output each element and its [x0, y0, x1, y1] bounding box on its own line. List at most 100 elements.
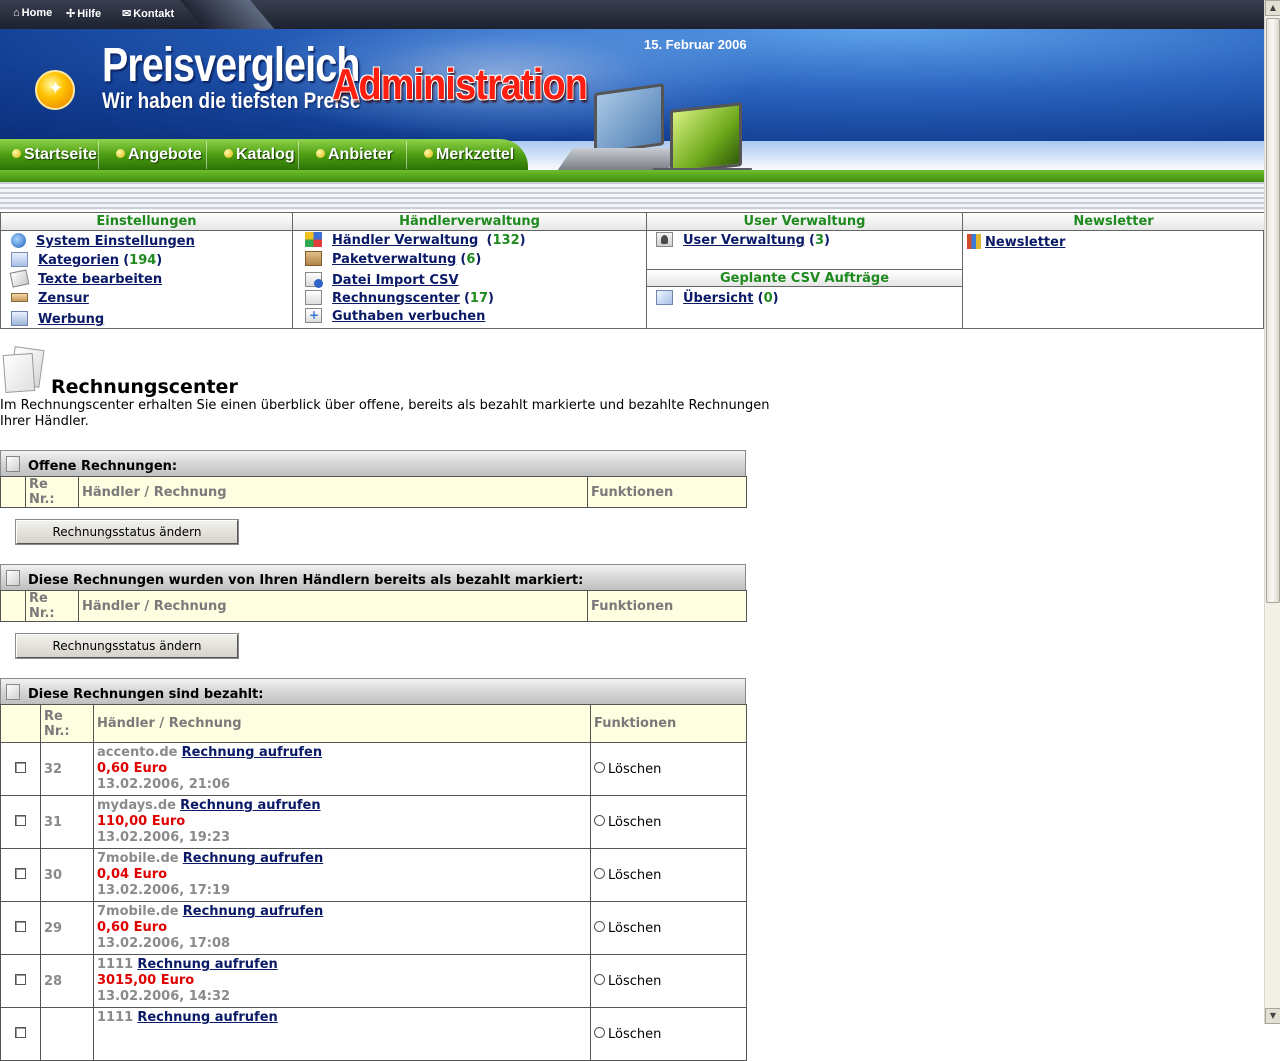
delete-label: Löschen — [608, 920, 662, 936]
top-link-contact[interactable]: ✉ Kontakt — [122, 7, 174, 20]
scroll-up-button[interactable]: ▲ — [1265, 0, 1280, 16]
invoice-link[interactable]: Rechnung aufrufen — [183, 904, 323, 919]
invoice-date: 13.02.2006, 19:23 — [97, 830, 231, 845]
nav-katalog[interactable]: Katalog — [224, 146, 295, 164]
invoice-cell: 1111 Rechnung aufrufen — [93, 1007, 591, 1061]
invoice-link[interactable]: Rechnung aufrufen — [137, 957, 277, 972]
user-icon — [656, 232, 673, 247]
table-row: 29 7mobile.de Rechnung aufrufen 0,60 Euro 1… — [0, 901, 747, 955]
invoice-number: 28 — [40, 954, 94, 1008]
invoice-cell: mydays.de Rechnung aufrufen 110,00 Euro 13… — [93, 795, 591, 849]
link-werbung[interactable]: Werbung — [38, 312, 104, 327]
select-cell — [0, 795, 41, 849]
change-status-button-2[interactable]: Rechnungsstatus ändern — [15, 633, 239, 659]
section-title-paid: Diese Rechnungen sind bezahlt: — [28, 687, 264, 702]
admin-menu: Einstellungen System Einstellungen Kateg… — [0, 212, 1264, 329]
link-paketverwaltung[interactable]: Paketverwaltung — [332, 252, 456, 267]
row-checkbox[interactable] — [15, 761, 26, 773]
link-uebersicht[interactable]: Übersicht — [683, 291, 753, 306]
books-icon — [967, 234, 981, 249]
link-rechnungscenter[interactable]: Rechnungscenter — [332, 291, 460, 306]
menu-item-newsletter: Newsletter — [967, 234, 1065, 250]
delete-radio[interactable] — [594, 973, 605, 985]
add-document-icon: + — [305, 308, 322, 323]
col-haendler: Händler / Rechnung — [78, 476, 588, 508]
invoice-link[interactable]: Rechnung aufrufen — [182, 745, 322, 760]
col-funktionen: Funktionen — [587, 476, 747, 508]
menu-col-user: User Verwaltung User Verwaltung (3) Gepl… — [647, 213, 963, 329]
invoice-cell: 7mobile.de Rechnung aufrufen 0,60 Euro 13.… — [93, 901, 591, 955]
shop-name: 7mobile.de — [97, 904, 179, 919]
invoice-number: 30 — [40, 848, 94, 902]
count-rechnungen: 17 — [469, 291, 489, 306]
row-checkbox[interactable] — [15, 973, 26, 985]
invoice-date: 13.02.2006, 14:32 — [97, 989, 231, 1004]
link-texte-bearbeiten[interactable]: Texte bearbeiten — [38, 272, 162, 287]
row-checkbox[interactable] — [15, 867, 26, 879]
select-cell — [0, 954, 41, 1008]
link-system-einstellungen[interactable]: System Einstellungen — [36, 234, 195, 249]
change-status-button[interactable]: Rechnungsstatus ändern — [15, 519, 239, 545]
link-datei-import-csv[interactable]: Datei Import CSV — [332, 273, 459, 288]
col-select — [0, 590, 26, 622]
document-icon — [305, 290, 322, 305]
invoice-link[interactable]: Rechnung aufrufen — [183, 851, 323, 866]
link-zensur[interactable]: Zensur — [38, 291, 89, 306]
col-funktionen: Funktionen — [587, 590, 747, 622]
nav-separator — [206, 141, 207, 169]
top-link-home[interactable]: ⌂ Home — [13, 7, 52, 19]
invoice-link[interactable]: Rechnung aufrufen — [180, 798, 320, 813]
row-checkbox[interactable] — [15, 814, 26, 826]
main-nav: Startseite Angebote Katalog Anbieter Mer… — [0, 139, 528, 171]
top-link-help[interactable]: ✢ Hilfe — [66, 7, 101, 20]
invoice-date: 13.02.2006, 17:19 — [97, 883, 231, 898]
link-kategorien[interactable]: Kategorien — [38, 253, 119, 268]
select-cell — [0, 1007, 41, 1061]
menu-col-einstellungen: Einstellungen System Einstellungen Kateg… — [1, 213, 293, 329]
delete-radio[interactable] — [594, 761, 605, 773]
menu-header-newsletter: Newsletter — [963, 213, 1264, 231]
delete-radio[interactable] — [594, 920, 605, 932]
nav-merkzettel[interactable]: Merkzettel — [424, 146, 514, 164]
link-user-verwaltung[interactable]: User Verwaltung — [683, 233, 805, 248]
link-guthaben-verbuchen[interactable]: Guthaben verbuchen — [332, 309, 485, 324]
functions-cell: Löschen — [590, 1007, 747, 1061]
nav-startseite[interactable]: Startseite — [12, 146, 97, 164]
link-haendler-verwaltung[interactable]: Händler Verwaltung — [332, 233, 478, 248]
menu-item-system: System Einstellungen — [11, 233, 195, 249]
functions-cell: Löschen — [590, 795, 747, 849]
edit-text-icon — [9, 269, 30, 288]
page-description: Im Rechnungscenter erhalten Sie einen üb… — [0, 398, 770, 429]
functions-cell: Löschen — [590, 954, 747, 1008]
shop-name: 1111 — [97, 957, 134, 972]
link-newsletter[interactable]: Newsletter — [985, 235, 1065, 250]
mail-icon: ✉ — [122, 8, 132, 20]
delete-label: Löschen — [608, 973, 662, 989]
delete-radio[interactable] — [594, 814, 605, 826]
row-checkbox[interactable] — [15, 1026, 26, 1038]
menu-header-user: User Verwaltung — [647, 213, 962, 231]
invoice-link[interactable]: Rechnung aufrufen — [137, 1010, 277, 1025]
blocks-icon — [305, 232, 322, 247]
bullet-icon — [116, 149, 125, 158]
nav-separator — [406, 141, 407, 169]
nav-anbieter[interactable]: Anbieter — [316, 146, 393, 164]
col-haendler: Händler / Rechnung — [78, 590, 588, 622]
menu-header-haendler: Händlerverwaltung — [293, 213, 646, 231]
row-checkbox[interactable] — [15, 920, 26, 932]
invoice-number: 31 — [40, 795, 94, 849]
header-green-strip — [0, 170, 1264, 182]
count-user: 3 — [815, 233, 825, 248]
delete-radio[interactable] — [594, 1026, 605, 1038]
delete-radio[interactable] — [594, 867, 605, 879]
vertical-scrollbar[interactable]: ▲ ▼ — [1264, 0, 1280, 1024]
invoice-amount: 0,04 Euro — [97, 867, 168, 882]
table-row: 31 mydays.de Rechnung aufrufen 110,00 Euro… — [0, 795, 747, 849]
scroll-down-button[interactable]: ▼ — [1265, 1008, 1280, 1024]
document-icon — [6, 570, 20, 586]
nav-angebote[interactable]: Angebote — [116, 146, 202, 164]
scroll-thumb[interactable] — [1266, 18, 1280, 603]
brand-slogan: Wir haben die tiefsten Preise — [102, 88, 361, 113]
delete-label: Löschen — [608, 867, 662, 883]
table-row: 28 1111 Rechnung aufrufen 3015,00 Euro 13.0… — [0, 954, 747, 1008]
